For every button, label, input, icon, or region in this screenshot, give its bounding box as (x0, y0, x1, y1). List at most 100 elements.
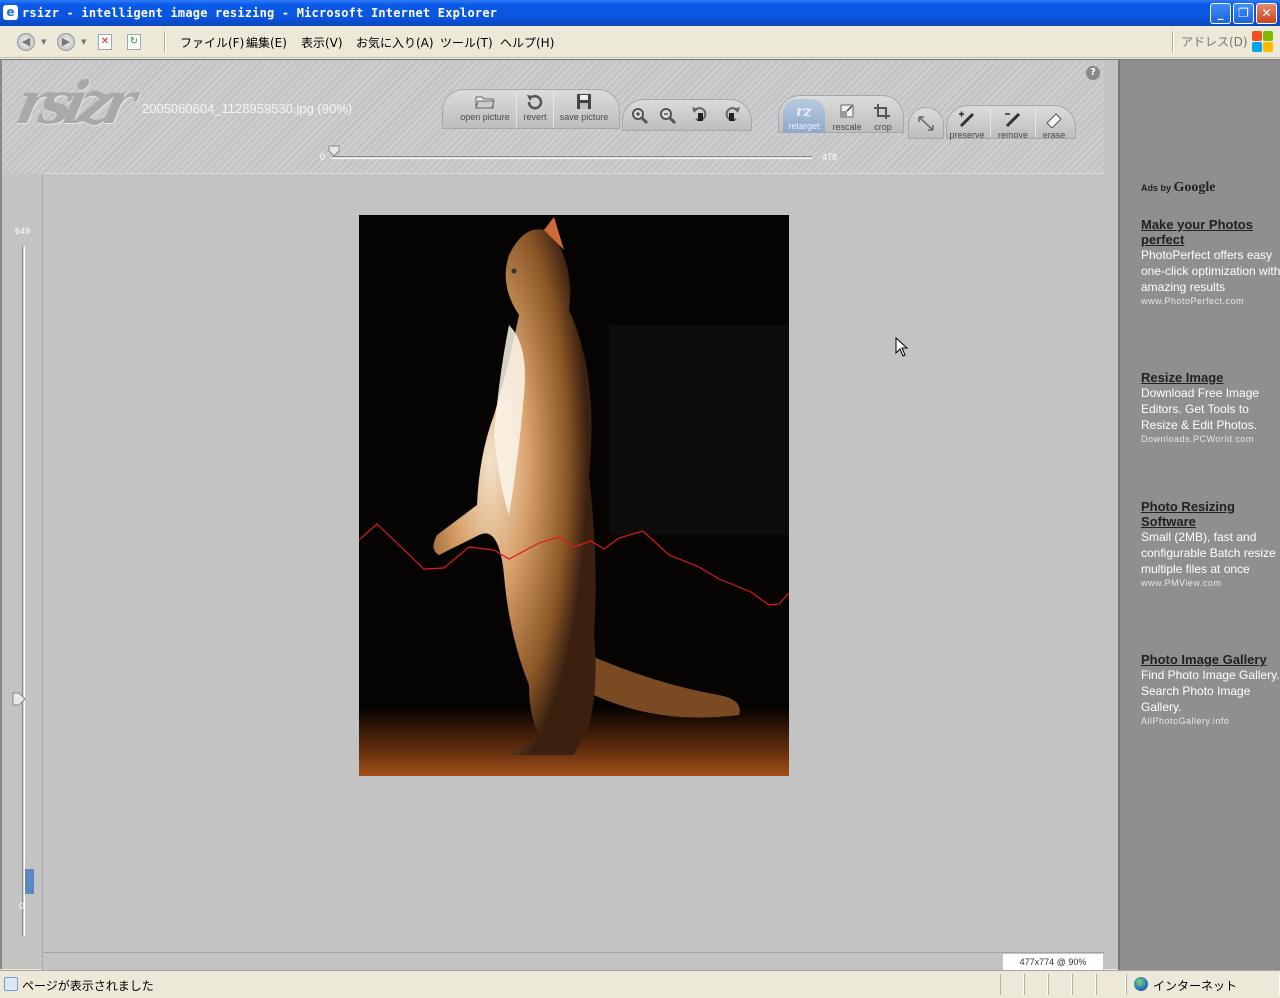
remove-label: remove (997, 130, 1028, 140)
save-picture-button[interactable]: save picture (555, 93, 613, 122)
width-slider-min: 0 (320, 152, 326, 162)
ad-body: Find Photo Image Gallery. Search Photo I… (1141, 668, 1280, 714)
menu-tools[interactable]: ツール(T) (440, 34, 493, 51)
retarget-button[interactable]: rz retarget (783, 99, 825, 133)
tool-divider (990, 109, 991, 137)
preserve-brush-icon (959, 111, 975, 128)
status-text: ページが表示されました (22, 979, 154, 993)
preserve-button[interactable]: preserve (947, 111, 987, 140)
windows-flag-icon (1250, 29, 1274, 53)
status-cell (1072, 974, 1096, 995)
zoom-out-button[interactable] (657, 107, 679, 126)
revert-icon (527, 95, 543, 110)
height-slider-track[interactable] (22, 246, 25, 936)
menu-edit[interactable]: 編集(E) (246, 34, 287, 51)
revert-button[interactable]: revert (518, 93, 552, 122)
cat-photo[interactable] (359, 215, 789, 776)
rotate-right-icon (725, 107, 740, 122)
crop-icon (874, 104, 890, 119)
refresh-icon[interactable]: ↻ (127, 34, 141, 50)
erase-button[interactable]: erase (1038, 111, 1070, 140)
page-icon (4, 977, 18, 991)
expand-arrows-icon (918, 116, 934, 131)
image-size-readout: 477x774 @ 90% (1003, 954, 1103, 970)
toolbar-separator (164, 31, 166, 53)
open-folder-icon (475, 96, 495, 109)
back-arrow-icon[interactable]: ◀ (17, 33, 35, 51)
window-title-bar[interactable]: e rsizr - intelligent image resizing - M… (0, 0, 1280, 26)
rescale-button[interactable]: rescale (828, 103, 866, 132)
status-bar: ページが表示されました インターネット (0, 970, 1280, 998)
canvas-divider (44, 952, 1104, 953)
menu-bar: ◀ ▼ ▶ ▼ ✕ ↻ ファイル(F) 編集(E) 表示(V) お気に入り(A)… (0, 26, 1280, 58)
mouse-cursor-icon (895, 337, 909, 357)
rotate-left-button[interactable] (689, 103, 711, 127)
tool-divider (516, 91, 517, 127)
width-slider-thumb[interactable] (328, 145, 340, 157)
expand-button[interactable] (914, 115, 938, 134)
ads-sidebar: Ads by Google Make your Photos perfect P… (1118, 60, 1280, 970)
ad-title-link[interactable]: Make your Photos perfect (1141, 217, 1280, 247)
ad-item: Photo Image Gallery Find Photo Image Gal… (1141, 652, 1280, 726)
ie-icon: e (3, 5, 18, 20)
ad-url[interactable]: Downloads.PCWorld.com (1141, 434, 1280, 444)
forward-arrow-icon[interactable]: ▶ (57, 33, 75, 51)
height-slider-fill (25, 869, 34, 894)
back-dropdown-icon[interactable]: ▼ (41, 38, 46, 46)
file-name: 2005060604_1128959530.jpg (90%) (142, 101, 353, 116)
height-slider-thumb[interactable] (12, 692, 26, 706)
window-title: rsizr - intelligent image resizing - Mic… (22, 6, 498, 20)
address-label[interactable]: アドレス(D) (1181, 33, 1248, 50)
ad-url[interactable]: www.PhotoPerfect.com (1141, 296, 1280, 306)
tool-divider (553, 91, 554, 127)
status-cell (1024, 974, 1048, 995)
restore-button[interactable]: ❐ (1233, 3, 1254, 24)
ads-by-label: Ads by (1141, 183, 1172, 193)
remove-button[interactable]: remove (993, 111, 1033, 140)
app-toolbar: rsizr 2005060604_1128959530.jpg (90%) ? … (2, 61, 1104, 174)
menu-help[interactable]: ヘルプ(H) (500, 34, 554, 51)
open-picture-button[interactable]: open picture (457, 93, 513, 122)
minimize-button[interactable]: _ (1210, 3, 1231, 24)
zoom-out-icon (660, 108, 677, 124)
menu-file[interactable]: ファイル(F) (180, 34, 244, 51)
rescale-icon (840, 104, 854, 118)
ad-title-link[interactable]: Resize Image (1141, 370, 1280, 385)
crop-button[interactable]: crop (868, 103, 898, 132)
status-cell (1096, 974, 1126, 995)
open-picture-label: open picture (460, 112, 510, 122)
remove-brush-icon (1005, 112, 1021, 128)
ad-title-link[interactable]: Photo Resizing Software (1141, 499, 1280, 529)
security-zone-text: インターネット (1153, 979, 1238, 993)
ad-title-link[interactable]: Photo Image Gallery (1141, 652, 1280, 667)
ad-body: Small (2MB), fast and configurable Batch… (1141, 530, 1276, 576)
google-logo: Google (1173, 180, 1216, 195)
stop-icon[interactable]: ✕ (98, 34, 112, 50)
rotate-right-button[interactable] (721, 103, 743, 127)
menu-view[interactable]: 表示(V) (301, 34, 343, 51)
tool-divider (1035, 109, 1036, 137)
width-slider-track[interactable] (332, 156, 812, 159)
ad-body: PhotoPerfect offers easy one-click optim… (1141, 248, 1280, 294)
ad-item: Resize Image Download Free Image Editors… (1141, 370, 1280, 444)
ads-by-google[interactable]: Ads by Google (1141, 180, 1216, 196)
retarget-label: retarget (788, 121, 820, 131)
ad-url[interactable]: AllPhotoGallery.info (1141, 716, 1280, 726)
close-button[interactable]: ✕ (1256, 3, 1277, 24)
ad-url[interactable]: www.PMView.com (1141, 578, 1280, 588)
menu-favorites[interactable]: お気に入り(A) (356, 34, 434, 51)
status-cell (1048, 974, 1072, 995)
preserve-label: preserve (949, 130, 985, 140)
browser-page: rsizr 2005060604_1128959530.jpg (90%) ? … (0, 59, 1280, 970)
width-slider-max: 478 (822, 152, 838, 162)
forward-dropdown-icon[interactable]: ▼ (81, 38, 86, 46)
height-slider-max: 649 (15, 226, 31, 236)
retarget-icon: rz (796, 104, 812, 119)
ad-item: Make your Photos perfect PhotoPerfect of… (1141, 217, 1280, 306)
save-picture-label: save picture (559, 112, 609, 122)
svg-text:rz: rz (796, 104, 812, 119)
zoom-in-button[interactable] (629, 107, 651, 126)
toolbar-separator (1172, 31, 1174, 53)
ad-item: Photo Resizing Software Small (2MB), fas… (1141, 499, 1280, 588)
help-icon[interactable]: ? (1086, 66, 1100, 80)
